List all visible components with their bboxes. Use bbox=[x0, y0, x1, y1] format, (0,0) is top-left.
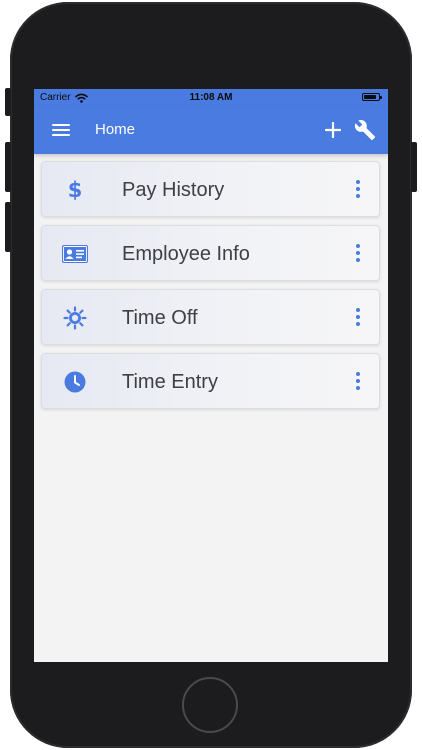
menu-item-label: Time Entry bbox=[122, 371, 218, 393]
hamburger-menu-icon[interactable] bbox=[52, 124, 70, 137]
id-card-icon bbox=[62, 241, 88, 267]
status-time: 11:08 AM bbox=[189, 92, 233, 103]
menu-item-time-entry[interactable]: Time Entry bbox=[41, 353, 380, 409]
wrench-icon[interactable] bbox=[354, 119, 376, 141]
vertical-dots-icon[interactable] bbox=[351, 370, 365, 394]
menu-item-employee-info[interactable]: Employee Info bbox=[41, 225, 380, 281]
vertical-dots-icon[interactable] bbox=[351, 306, 365, 330]
battery-icon bbox=[362, 93, 382, 101]
menu-item-label: Time Off bbox=[122, 307, 198, 329]
menu-item-label: Pay History bbox=[122, 179, 225, 201]
menu-item-time-off[interactable]: Time Off bbox=[41, 289, 380, 345]
app-bar: Home bbox=[34, 106, 388, 154]
vertical-dots-icon[interactable] bbox=[351, 178, 365, 202]
dollar-icon: $ bbox=[67, 178, 83, 202]
plus-icon[interactable] bbox=[323, 120, 343, 140]
power-button bbox=[411, 142, 417, 192]
home-menu-list: $ Pay History Employee Info Time Off Tim… bbox=[41, 161, 380, 417]
menu-item-pay-history[interactable]: $ Pay History bbox=[41, 161, 380, 217]
mute-switch bbox=[5, 88, 11, 116]
volume-up-button bbox=[5, 142, 11, 192]
sun-icon bbox=[62, 305, 88, 331]
vertical-dots-icon[interactable] bbox=[351, 242, 365, 266]
page-title: Home bbox=[95, 121, 136, 138]
app-screen: Carrier 11:08 AM Home $ Pay History Empl… bbox=[34, 89, 388, 662]
menu-item-label: Employee Info bbox=[122, 243, 250, 265]
volume-down-button bbox=[5, 202, 11, 252]
home-button[interactable] bbox=[182, 677, 238, 733]
clock-icon bbox=[62, 369, 88, 395]
status-bar: Carrier 11:08 AM bbox=[34, 89, 388, 106]
